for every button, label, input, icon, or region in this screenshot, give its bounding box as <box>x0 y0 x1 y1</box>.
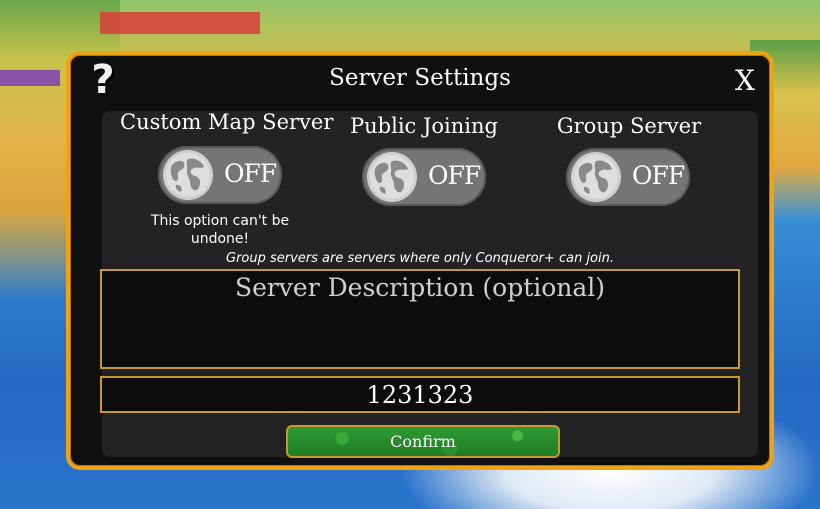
public-joining-label: Public Joining <box>350 114 498 138</box>
globe-icon <box>367 152 417 202</box>
confirm-button[interactable]: Confirm <box>286 425 560 458</box>
close-button[interactable]: X <box>730 65 760 97</box>
toggle-state: OFF <box>224 159 277 188</box>
public-joining-toggle[interactable]: OFF <box>362 148 486 206</box>
toggle-state: OFF <box>428 161 481 190</box>
custom-map-server-label: Custom Map Server <box>120 110 334 134</box>
dialog-title: Server Settings <box>329 65 511 91</box>
server-code-input[interactable]: 1231323 <box>100 376 740 413</box>
group-server-toggle[interactable]: OFF <box>566 148 690 206</box>
custom-map-warning: This option can't be undone! <box>150 213 290 247</box>
group-server-note: Group servers are servers where only Con… <box>226 251 614 266</box>
server-description-placeholder: Server Description (optional) <box>234 273 606 302</box>
background-territory <box>0 70 60 86</box>
server-settings-dialog: ? Server Settings X Custom Map Server OF… <box>66 51 774 470</box>
toggle-state: OFF <box>632 161 685 190</box>
globe-icon <box>571 152 621 202</box>
globe-icon <box>163 150 213 200</box>
background-territory <box>100 12 260 34</box>
server-description-input[interactable]: Server Description (optional) <box>100 269 740 369</box>
group-server-label: Group Server <box>556 114 702 138</box>
custom-map-server-toggle[interactable]: OFF <box>158 146 282 204</box>
